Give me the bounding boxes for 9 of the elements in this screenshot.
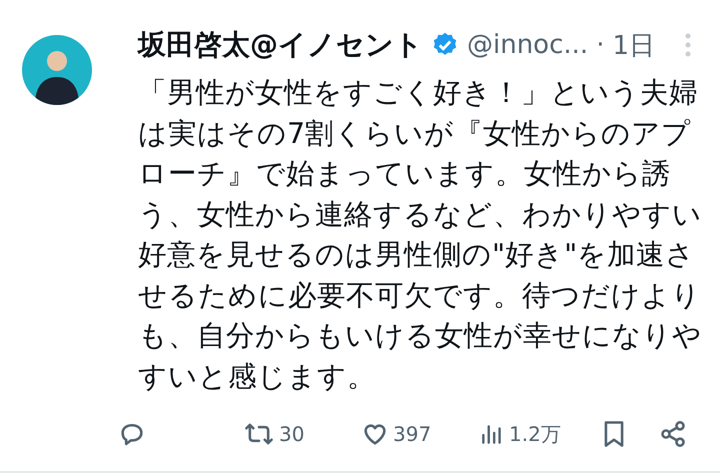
- display-name[interactable]: 坂田啓太@イノセント: [138, 26, 423, 64]
- user-handle[interactable]: @innoc...: [467, 30, 588, 60]
- retweet-button[interactable]: 30: [243, 420, 361, 448]
- views-button[interactable]: 1.2万: [479, 420, 601, 448]
- tweet-text: 「男性が女性をすごく好き！」という夫婦は実はその7割くらいが『女性からのアプローチ』で始まっています。女性から誘う、女性から連絡するなど、わかりやすい好意を見せるのは男性側の"好き"を加速させるために必要不可欠です。待つだけよりも、自分からもいける女性が幸せになりやすいと感じます。: [138, 75, 703, 394]
- share-icon: [659, 420, 687, 448]
- separator-dot: ·: [596, 30, 604, 60]
- like-button[interactable]: 397: [361, 420, 479, 448]
- post-time[interactable]: 1日: [612, 28, 655, 62]
